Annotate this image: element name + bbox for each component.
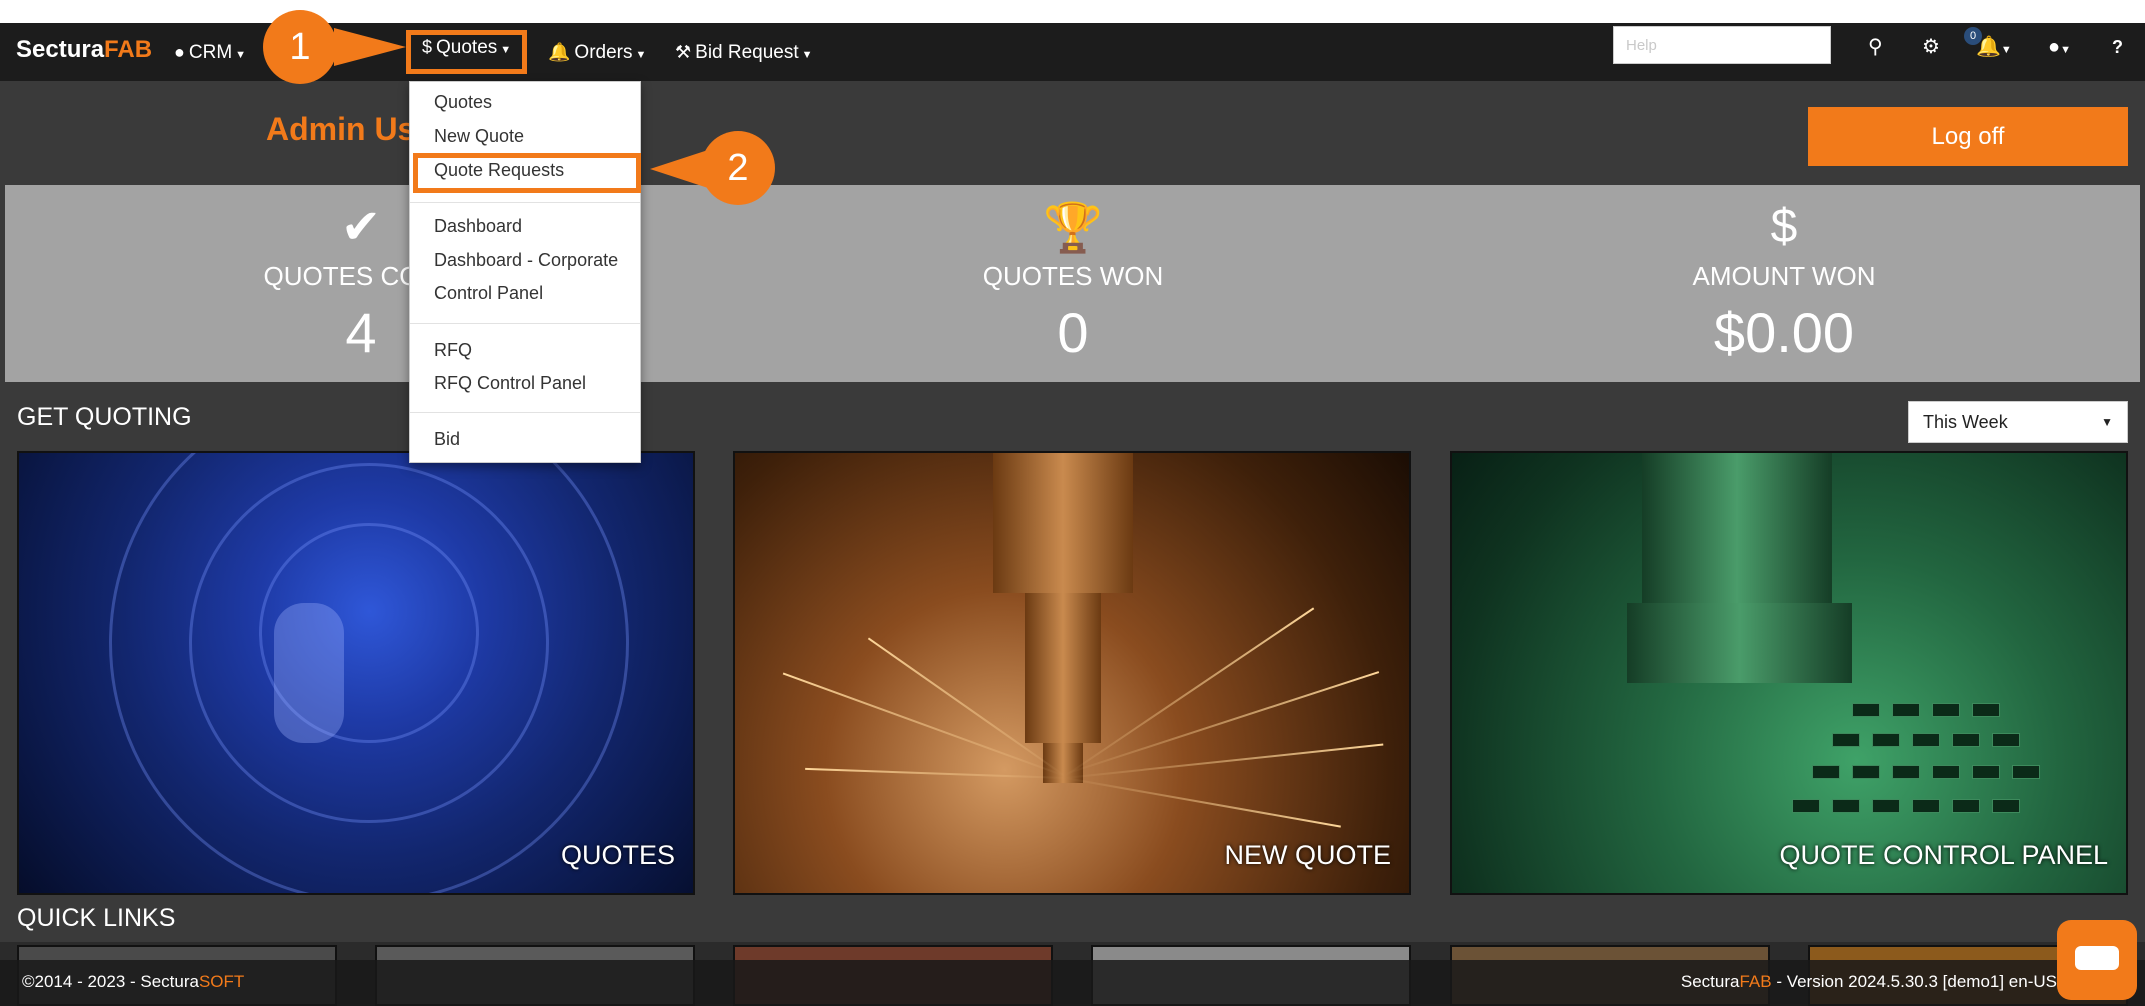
tile-decoration (1992, 799, 2020, 813)
menu-item-control-panel[interactable]: Control Panel (434, 283, 543, 304)
dollar-icon: $ (1770, 200, 1798, 253)
tile-decoration (1064, 671, 1380, 775)
tile-decoration (1642, 453, 1832, 603)
callout-1-pointer (334, 28, 406, 66)
tile-decoration (1852, 765, 1880, 779)
stat-quotes-won: 🏆 QUOTES WON 0 (717, 185, 1429, 382)
tile-decoration (1872, 733, 1900, 747)
new-quote-tile[interactable]: NEW QUOTE (733, 451, 1411, 895)
footer-copyright: ©2014 - 2023 - SecturaSOFT (22, 972, 245, 991)
menu-divider (410, 412, 640, 413)
quick-links-heading: QUICK LINKS (17, 904, 176, 932)
quotes-tile[interactable]: QUOTES (17, 451, 695, 895)
nav-crm[interactable]: ● CRM ▼ (174, 35, 246, 69)
dollar-icon: $ (422, 37, 433, 57)
tile-label: QUOTE CONTROL PANEL (1779, 840, 2108, 870)
menu-item-rfq[interactable]: RFQ (434, 340, 472, 361)
period-select[interactable]: This Week ▼ (1908, 401, 2128, 443)
caret-down-icon: ▼ (235, 49, 247, 61)
tile-decoration (1064, 743, 1384, 779)
menu-item-new-quote[interactable]: New Quote (434, 126, 524, 147)
tile-decoration (1952, 799, 1980, 813)
tile-decoration (1792, 799, 1820, 813)
gear-icon[interactable]: ⚙ (1922, 33, 1940, 61)
get-quoting-heading: GET QUOTING (17, 403, 192, 431)
gavel-icon: ⚒ (675, 42, 692, 62)
tile-decoration (1852, 703, 1880, 717)
bell-icon: 🔔 (548, 42, 571, 62)
callout-2-pointer (650, 150, 708, 188)
caret-down-icon: ▼ (2101, 415, 2113, 429)
log-off-button[interactable]: Log off (1808, 107, 2128, 166)
callout-1: 1 (263, 10, 337, 84)
tile-decoration (1932, 703, 1960, 717)
tile-decoration (1025, 593, 1101, 743)
callout-2: 2 (701, 131, 775, 205)
menu-divider (410, 202, 640, 203)
footer-version: SecturaFAB - Version 2024.5.30.3 [demo1]… (1680, 972, 2057, 991)
tile-decoration (782, 672, 1066, 777)
tile-label: QUOTES (560, 840, 675, 870)
nav-quotes[interactable]: $ Quotes ▼ (406, 30, 528, 74)
tile-decoration (1064, 607, 1315, 777)
menu-item-dashboard[interactable]: Dashboard (434, 216, 522, 237)
caret-down-icon: ▼ (801, 49, 813, 61)
tile-decoration (1952, 733, 1980, 747)
tile-decoration (1872, 799, 1900, 813)
help-search-input[interactable] (1613, 26, 1831, 64)
help-question-icon[interactable]: ? (2112, 33, 2123, 61)
quote-control-panel-tile[interactable]: QUOTE CONTROL PANEL (1450, 451, 2128, 895)
tile-decoration (1812, 765, 1840, 779)
caret-down-icon: ▼ (500, 44, 512, 56)
tile-decoration (1972, 703, 2000, 717)
tile-decoration (1932, 765, 1960, 779)
tile-decoration (1832, 799, 1860, 813)
stat-amount-won: $ AMOUNT WON $0.00 (1428, 185, 2140, 382)
brand-logo[interactable]: SecturaFAB (16, 36, 152, 64)
tile-label: NEW QUOTE (1224, 840, 1392, 870)
menu-item-bid[interactable]: Bid (434, 429, 460, 450)
tile-decoration (1972, 765, 2000, 779)
tile-decoration (805, 767, 1066, 779)
tile-decoration (1064, 777, 1341, 828)
nav-bid-request[interactable]: ⚒ Bid Request ▼ (675, 35, 813, 69)
menu-item-dashboard-corporate[interactable]: Dashboard - Corporate (434, 250, 618, 271)
user-menu-icon[interactable]: ●▼ (2048, 33, 2071, 61)
tile-decoration (1892, 765, 1920, 779)
tile-decoration (274, 603, 344, 743)
tile-decoration (1832, 733, 1860, 747)
tile-decoration (1912, 733, 1940, 747)
tile-decoration (1627, 603, 1852, 683)
search-icon[interactable]: ⚲ (1868, 33, 1883, 61)
menu-item-rfq-control-panel[interactable]: RFQ Control Panel (434, 373, 586, 394)
page-title: Admin Us (266, 111, 416, 147)
menu-divider (410, 323, 640, 324)
nav-orders[interactable]: 🔔 Orders ▼ (548, 35, 646, 69)
tile-decoration (1912, 799, 1940, 813)
menu-item-quotes[interactable]: Quotes (434, 92, 492, 113)
tile-decoration (2012, 765, 2040, 779)
highlight-quote-requests (413, 153, 641, 193)
stats-band: ✔ QUOTES COMP 4 🏆 QUOTES WON 0 $ AMOUNT … (5, 185, 2140, 382)
tile-decoration (1892, 703, 1920, 717)
trophy-icon: 🏆 (1043, 202, 1103, 255)
user-icon: ● (174, 42, 185, 62)
caret-down-icon: ▼ (635, 49, 647, 61)
chat-button[interactable] (2057, 920, 2137, 1000)
tile-decoration (1992, 733, 2020, 747)
footer: ©2014 - 2023 - SecturaSOFT SecturaFAB - … (0, 960, 2145, 1006)
notification-count-badge: 0 (1964, 27, 1982, 45)
quotes-dropdown-menu: Quotes New Quote Quote Requests Dashboar… (409, 81, 641, 463)
chat-bubble-icon (2075, 946, 2119, 970)
tile-decoration (993, 453, 1133, 593)
